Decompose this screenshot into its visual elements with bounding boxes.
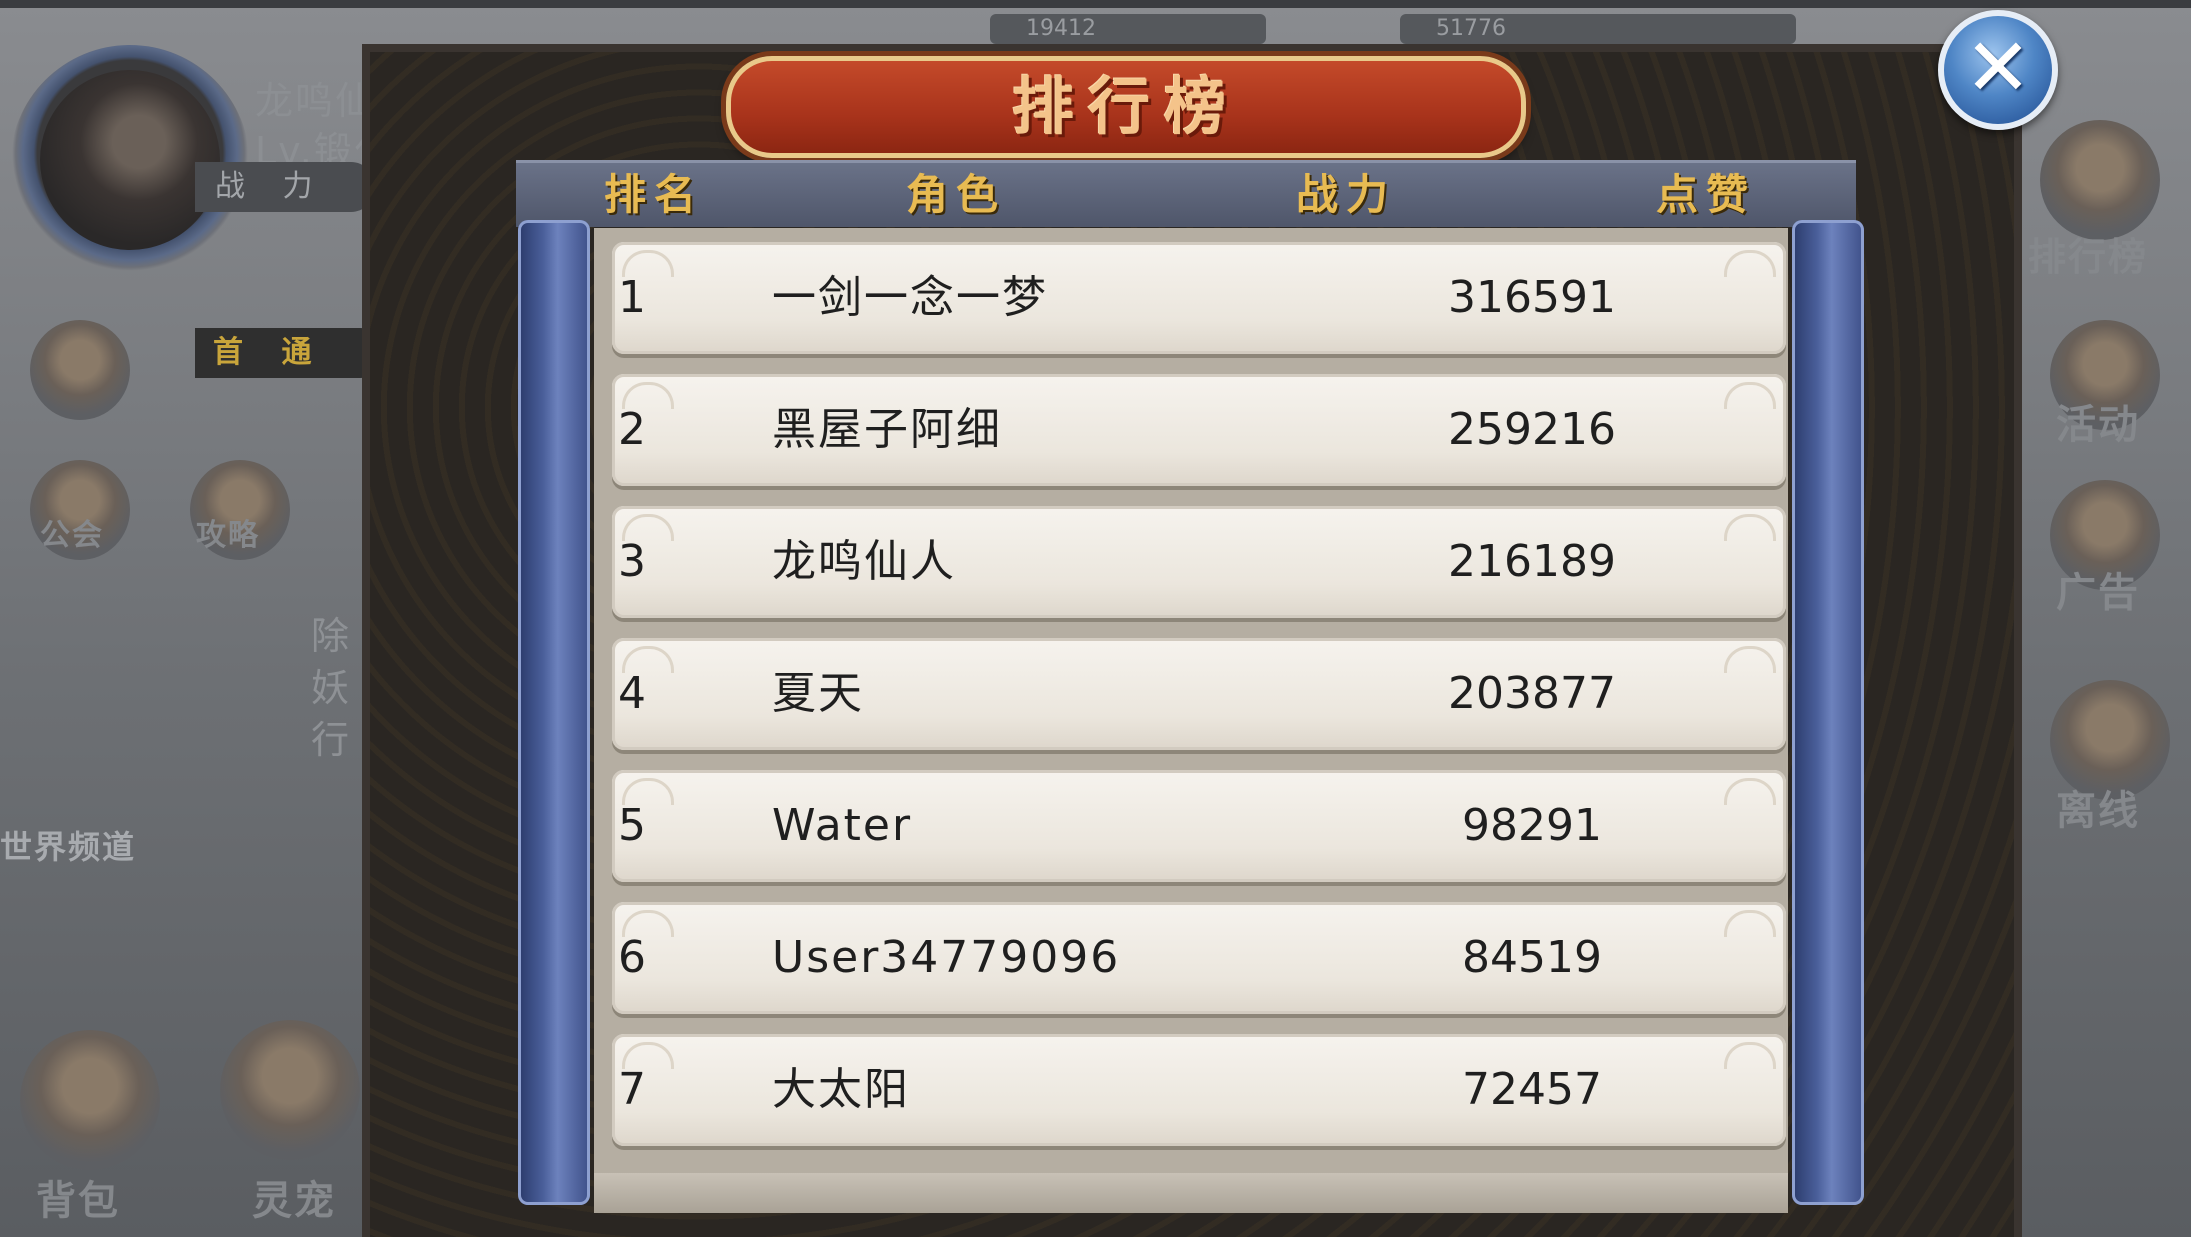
ranking-row[interactable]: 7 大太阳 72457	[612, 1034, 1786, 1146]
header-likes: 点赞	[1656, 170, 1757, 219]
ranking-title: 排行榜	[1011, 70, 1240, 143]
ranking-row[interactable]: 4 夏天 203877	[612, 638, 1786, 750]
pet-label: 灵宠	[252, 1178, 336, 1224]
row-power: 203877	[1448, 668, 1616, 719]
ad-label: 广告	[2056, 570, 2140, 616]
close-button[interactable]: ✕	[1938, 10, 2058, 130]
settings-gear-icon[interactable]	[30, 320, 130, 420]
row-power-cell: 203877	[612, 638, 1622, 750]
ranking-row[interactable]: 1 一剑一念一梦 316591	[612, 242, 1786, 354]
row-power-cell: 216189	[612, 506, 1622, 618]
backpack-icon[interactable]	[20, 1030, 160, 1170]
header-character: 角色	[906, 170, 1007, 219]
vertical-char: 行	[310, 718, 349, 762]
ranking-table-header: 排名 角色 战力 点赞	[516, 160, 1856, 227]
top-resource-bar	[0, 0, 2191, 8]
pet-icon[interactable]	[220, 1020, 360, 1160]
ranking-title-banner: 排行榜	[726, 56, 1526, 158]
row-power: 259216	[1448, 404, 1616, 455]
vertical-char: 妖	[310, 666, 349, 710]
guild-label: 公会	[40, 518, 104, 553]
row-power-cell: 84519	[612, 902, 1622, 1014]
resource-counter-1: 19412	[990, 14, 1266, 44]
header-power: 战力	[1296, 170, 1397, 219]
row-power: 216189	[1448, 536, 1616, 587]
ranking-row[interactable]: 5 Water 98291	[612, 770, 1786, 882]
row-power-cell: 316591	[612, 242, 1622, 354]
close-icon: ✕	[1964, 21, 2032, 114]
strategy-label: 攻略	[196, 518, 260, 553]
scroll-rod-left	[518, 220, 590, 1205]
row-power-cell: 72457	[612, 1034, 1622, 1146]
scroll-rod-right	[1792, 220, 1864, 1205]
ranking-row[interactable]: 3 龙鸣仙人 216189	[612, 506, 1786, 618]
header-rank: 排名	[604, 170, 705, 219]
ranking-row[interactable]: 2 黑屋子阿细 259216	[612, 374, 1786, 486]
resource-counter-2: 51776	[1400, 14, 1796, 44]
activity-label: 活动	[2056, 402, 2140, 448]
row-power: 316591	[1448, 272, 1616, 323]
first-clear-tab[interactable]: 首 通	[195, 328, 385, 378]
row-power: 72457	[1462, 1064, 1602, 1115]
vertical-char: 除	[310, 614, 349, 658]
row-power: 98291	[1462, 800, 1602, 851]
offline-label: 离线	[2056, 788, 2140, 834]
row-power: 84519	[1462, 932, 1602, 983]
demon-quest-vertical-label[interactable]: 除 妖 行	[300, 610, 360, 766]
row-power-cell: 259216	[612, 374, 1622, 486]
row-power-cell: 98291	[612, 770, 1622, 882]
player-power-label: 战 力	[195, 162, 375, 212]
ranking-label: 排行榜	[2028, 235, 2149, 279]
player-avatar	[40, 70, 220, 250]
world-chat-label[interactable]: 世界频道	[0, 822, 136, 868]
backpack-label: 背包	[36, 1178, 120, 1224]
player-name: 龙鸣仙	[255, 79, 376, 123]
ranking-trophy-icon[interactable]	[2040, 120, 2160, 240]
ranking-row[interactable]: 6 User34779096 84519	[612, 902, 1786, 1014]
